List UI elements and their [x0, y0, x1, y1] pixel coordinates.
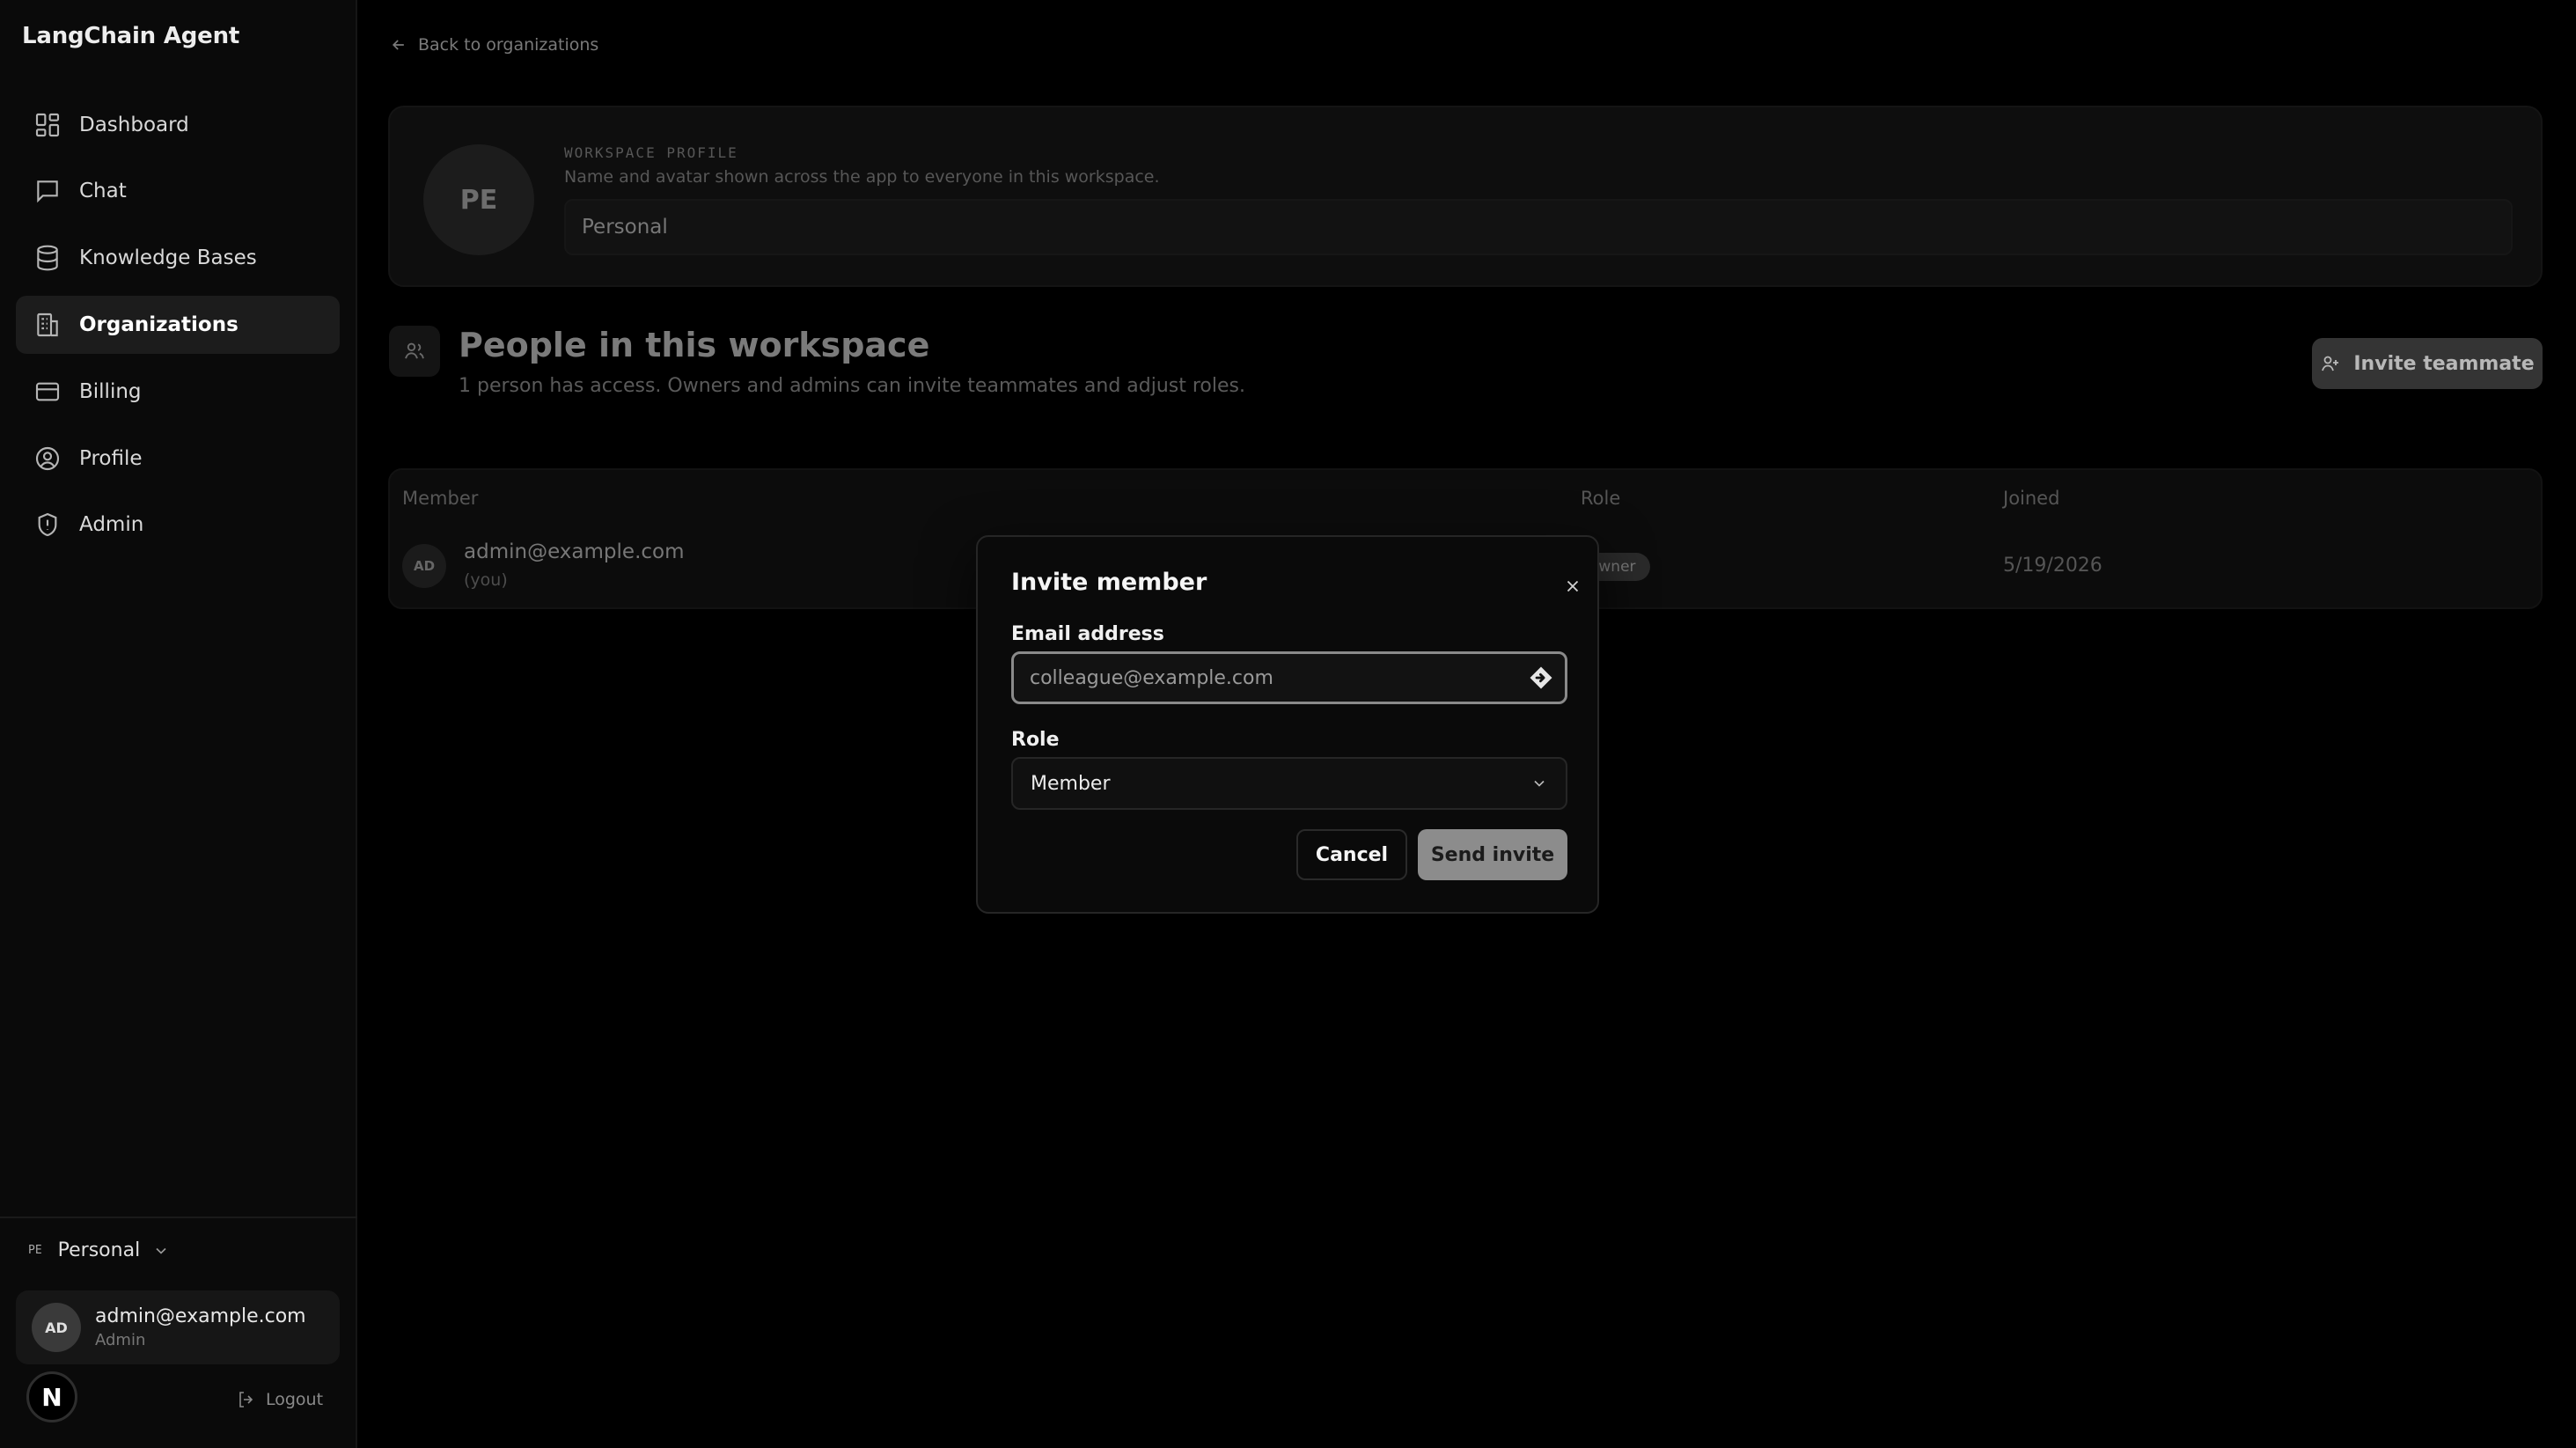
sidebar-item-billing[interactable]: Billing	[16, 363, 340, 421]
column-header-joined: Joined	[2003, 488, 2060, 509]
sidebar-item-knowledge-bases[interactable]: Knowledge Bases	[16, 229, 340, 287]
user-role: Admin	[95, 1331, 146, 1349]
workspace-avatar[interactable]: PE	[423, 144, 534, 255]
cancel-button[interactable]: Cancel	[1296, 829, 1407, 880]
avatar: AD	[402, 544, 446, 588]
dialog-title: Invite member	[1011, 569, 1207, 596]
sidebar-item-organizations[interactable]: Organizations	[16, 296, 340, 354]
role-label: Role	[1011, 729, 1060, 751]
database-icon	[37, 245, 58, 271]
user-email: admin@example.com	[95, 1305, 306, 1327]
role-select[interactable]: Member	[1011, 757, 1567, 810]
sidebar-item-dashboard[interactable]: Dashboard	[16, 96, 340, 154]
avatar: AD	[32, 1303, 81, 1352]
chevron-down-icon	[156, 1247, 166, 1254]
email-label: Email address	[1011, 623, 1164, 645]
member-you-note: (you)	[464, 570, 508, 590]
user-card[interactable]: AD admin@example.com Admin	[16, 1290, 340, 1364]
sidebar-item-label: Billing	[79, 380, 142, 403]
user-meta: admin@example.com Admin	[95, 1305, 306, 1349]
section-title: People in this workspace	[459, 326, 930, 364]
sidebar-item-label: Chat	[79, 180, 127, 202]
sidebar-item-chat[interactable]: Chat	[16, 162, 340, 220]
sidebar-divider	[0, 1216, 357, 1218]
email-input[interactable]	[1014, 654, 1528, 702]
autofill-icon[interactable]	[1528, 665, 1554, 691]
profile-description: Name and avatar shown across the app to …	[564, 167, 1160, 187]
role-selected-value: Member	[1031, 772, 1111, 795]
logout-icon	[239, 1392, 253, 1408]
people-icon	[389, 326, 440, 377]
user-circle-icon	[35, 446, 60, 471]
back-link[interactable]: Back to organizations	[390, 35, 598, 55]
sidebar: LangChain Agent Dashboard Chat Knowledge…	[0, 0, 357, 1448]
workspace-name: Personal	[57, 1239, 141, 1261]
sidebar-item-label: Organizations	[79, 313, 239, 336]
user-plus-icon	[2322, 356, 2339, 371]
section-subtitle: 1 person has access. Owners and admins c…	[459, 375, 1245, 397]
close-icon	[1567, 580, 1579, 592]
close-button[interactable]	[1557, 570, 1589, 602]
logout-label: Logout	[266, 1390, 324, 1409]
back-link-label: Back to organizations	[418, 35, 599, 55]
workspace-profile-card: PE WORKSPACE PROFILE Name and avatar sho…	[388, 106, 2543, 287]
grid-icon	[35, 113, 60, 137]
invite-member-dialog: Invite member Email address Role Member …	[976, 535, 1599, 914]
send-invite-button[interactable]: Send invite	[1418, 829, 1567, 880]
profile-kicker: WORKSPACE PROFILE	[564, 144, 738, 161]
sidebar-item-label: Dashboard	[79, 114, 189, 136]
arrow-left-icon	[392, 40, 404, 50]
logout-button[interactable]: Logout	[236, 1389, 323, 1410]
member-joined-date: 5/19/2026	[2003, 555, 2103, 577]
card-icon	[35, 382, 60, 401]
workspace-switcher[interactable]: PE Personal	[28, 1239, 170, 1261]
app-title: LangChain Agent	[22, 23, 240, 49]
brand-logo[interactable]: N	[26, 1371, 77, 1422]
workspace-badge: PE	[28, 1244, 42, 1257]
sidebar-item-label: Knowledge Bases	[79, 246, 257, 269]
chat-icon	[37, 180, 58, 203]
sidebar-item-label: Profile	[79, 447, 143, 470]
invite-teammate-button[interactable]: Invite teammate	[2312, 338, 2543, 389]
column-header-role: Role	[1581, 488, 1621, 509]
building-icon	[37, 312, 58, 337]
chevron-down-icon	[1534, 780, 1545, 787]
column-header-member: Member	[402, 488, 479, 509]
invite-teammate-label: Invite teammate	[2353, 352, 2535, 375]
member-email: admin@example.com	[464, 540, 685, 563]
workspace-name-input[interactable]: Personal	[564, 199, 2513, 255]
sidebar-item-admin[interactable]: Admin	[16, 496, 340, 554]
shield-icon	[38, 512, 57, 537]
sidebar-item-label: Admin	[79, 513, 144, 536]
email-field[interactable]	[1011, 651, 1567, 704]
sidebar-item-profile[interactable]: Profile	[16, 430, 340, 488]
